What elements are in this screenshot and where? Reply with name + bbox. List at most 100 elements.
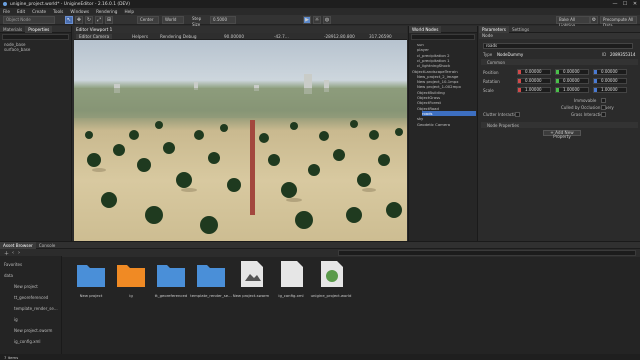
tab-asset-browser[interactable]: Asset Browser xyxy=(0,241,36,249)
menu-windows[interactable]: Windows xyxy=(70,9,89,14)
world-node-item[interactable]: roads xyxy=(422,110,476,116)
add-property-button[interactable]: + Add New Property xyxy=(543,130,581,139)
world-node-item[interactable]: ObjectRoad xyxy=(417,106,476,111)
fov-field[interactable]: 90.00000 xyxy=(224,34,244,39)
tree-item[interactable]: ig_config.xml xyxy=(14,339,41,344)
tab-materials[interactable]: Materials xyxy=(0,26,25,33)
folder-item[interactable]: tt_georeferenced xyxy=(151,259,191,304)
maximize-button[interactable]: ☐ xyxy=(620,0,630,8)
menu-create[interactable]: Create xyxy=(32,9,46,14)
rotate-tool-icon[interactable]: ↻ xyxy=(85,16,93,24)
tree-item[interactable]: data xyxy=(4,273,13,278)
node-name-input[interactable]: roads xyxy=(483,43,633,49)
culled-checkbox[interactable] xyxy=(601,105,606,110)
section-node-properties[interactable]: Node Properties xyxy=(487,123,519,128)
rotation-x-field[interactable]: 0.00000 xyxy=(517,78,551,84)
tree-item[interactable]: New project xyxy=(14,284,38,289)
world-nodes-search-input[interactable] xyxy=(411,34,475,40)
world-node-item[interactable]: sky xyxy=(417,116,476,121)
position-x-field[interactable]: 0.00000 xyxy=(517,69,551,75)
menu-rendering[interactable]: Rendering xyxy=(96,9,117,14)
folder-item[interactable]: ig xyxy=(111,259,151,304)
file-item[interactable]: ig_config.xml xyxy=(271,259,311,304)
list-item[interactable]: surface_base xyxy=(4,47,30,52)
menu-help[interactable]: Help xyxy=(124,9,134,14)
tree-item[interactable]: New project.sworm xyxy=(14,328,52,333)
step-size-input[interactable]: 0.5000 xyxy=(210,16,236,24)
world-node-item[interactable]: cl_precipitation 2 xyxy=(417,53,476,58)
world-node-item[interactable]: New project_1-002mpx xyxy=(417,84,476,89)
minimize-button[interactable]: — xyxy=(610,0,620,8)
globe-icon[interactable]: ◍ xyxy=(323,16,331,24)
menu-file[interactable]: File xyxy=(3,9,10,14)
file-item[interactable]: unigine_project.world xyxy=(311,259,351,304)
world-node-item[interactable]: sun xyxy=(417,42,476,47)
camera-dropdown[interactable]: Editor Camera xyxy=(76,34,113,39)
file-item[interactable]: New project.sworm xyxy=(231,259,271,304)
tree-item[interactable]: ig xyxy=(14,317,18,322)
tab-console[interactable]: Console xyxy=(36,242,59,249)
world-node-item[interactable]: cl_precipitation 1 xyxy=(417,58,476,63)
world-node-item[interactable]: ObjectGrass xyxy=(417,95,476,100)
immovable-checkbox[interactable] xyxy=(601,98,606,103)
world-node-item[interactable]: ObjectLandscapeTerrain xyxy=(412,69,476,74)
rendering-debug-dropdown[interactable]: Rendering Debug xyxy=(160,34,197,39)
world-node-item[interactable]: New project_10-1mpx xyxy=(417,79,476,84)
folder-item[interactable]: New project xyxy=(71,259,111,304)
world-node-item[interactable]: New_project_2_image xyxy=(417,74,476,79)
sun-icon[interactable]: ☼ xyxy=(313,16,321,24)
position-y-field[interactable]: 0.00000 xyxy=(555,69,589,75)
coord-x-field[interactable]: -42.7... xyxy=(274,34,289,39)
world-dropdown[interactable]: World xyxy=(162,16,184,24)
coord-z-field[interactable]: 317.26590 xyxy=(369,34,392,39)
tab-properties[interactable]: Properties xyxy=(25,25,53,33)
menu-edit[interactable]: Edit xyxy=(17,9,25,14)
favorites-item[interactable]: Favorites xyxy=(4,262,22,267)
center-dropdown[interactable]: Center xyxy=(137,16,159,24)
tab-parameters[interactable]: Parameters xyxy=(479,25,509,33)
folder-icon xyxy=(77,265,105,287)
clutter-checkbox[interactable] xyxy=(515,112,520,117)
precompute-button[interactable]: Precompute All Data xyxy=(600,16,637,28)
world-node-item[interactable]: ObjectBuilding xyxy=(417,90,476,95)
bake-lighting-button[interactable]: Bake All Lighting xyxy=(556,16,590,28)
rotation-z-field[interactable]: 0.00000 xyxy=(593,78,627,84)
helpers-dropdown[interactable]: Helpers xyxy=(132,34,148,39)
scale-y-field[interactable]: 1.00000 xyxy=(555,87,589,93)
world-nodes-title: World Nodes xyxy=(409,25,442,33)
step-size-label: Step Size xyxy=(192,16,202,27)
world-node-item[interactable]: cl_lightningShock xyxy=(417,63,476,68)
scale-tool-icon[interactable]: ⤢ xyxy=(95,16,103,24)
close-button[interactable]: ✕ xyxy=(630,0,640,8)
tab-settings[interactable]: Settings xyxy=(509,26,532,33)
editor-viewport[interactable]: Editor Viewport 1 Editor Camera Helpers … xyxy=(74,26,407,241)
viewport-tab[interactable]: Editor Viewport 1 xyxy=(76,27,112,32)
play-icon[interactable]: ▶ xyxy=(303,16,311,24)
world-node-item[interactable]: ObjectForest xyxy=(417,100,476,105)
folder-item[interactable]: template_render_se... xyxy=(190,259,232,304)
coord-y-field[interactable]: -28912.80.800 xyxy=(324,34,355,39)
axis-swatch xyxy=(594,79,597,83)
object-search-input[interactable]: Object Node xyxy=(3,16,55,24)
position-z-field[interactable]: 0.00000 xyxy=(593,69,627,75)
rotation-y-field[interactable]: 0.00000 xyxy=(555,78,589,84)
tree-item[interactable]: tt_georeferenced xyxy=(14,295,48,300)
asset-search-input[interactable] xyxy=(338,250,636,256)
snap-tool-icon[interactable]: ⊞ xyxy=(105,16,113,24)
properties-search-input[interactable] xyxy=(2,34,69,40)
menu-tools[interactable]: Tools xyxy=(53,9,63,14)
tree-item[interactable]: template_render_se... xyxy=(14,306,58,311)
grass-checkbox[interactable] xyxy=(601,112,606,117)
tab-node[interactable]: Node xyxy=(482,33,493,38)
scale-z-field[interactable]: 1.00000 xyxy=(593,87,627,93)
select-tool-icon[interactable]: ↖ xyxy=(65,16,73,24)
section-common[interactable]: Common xyxy=(487,60,505,65)
scene-render[interactable] xyxy=(74,40,407,241)
world-node-item[interactable]: player xyxy=(417,47,476,52)
axis-swatch xyxy=(556,88,559,92)
world-node-item[interactable]: Geodetic Camera xyxy=(417,122,476,127)
gear-icon[interactable]: ⚙ xyxy=(590,16,598,24)
move-tool-icon[interactable]: ✥ xyxy=(75,16,83,24)
scale-x-field[interactable]: 1.00000 xyxy=(517,87,551,93)
tower-structure xyxy=(250,120,255,215)
